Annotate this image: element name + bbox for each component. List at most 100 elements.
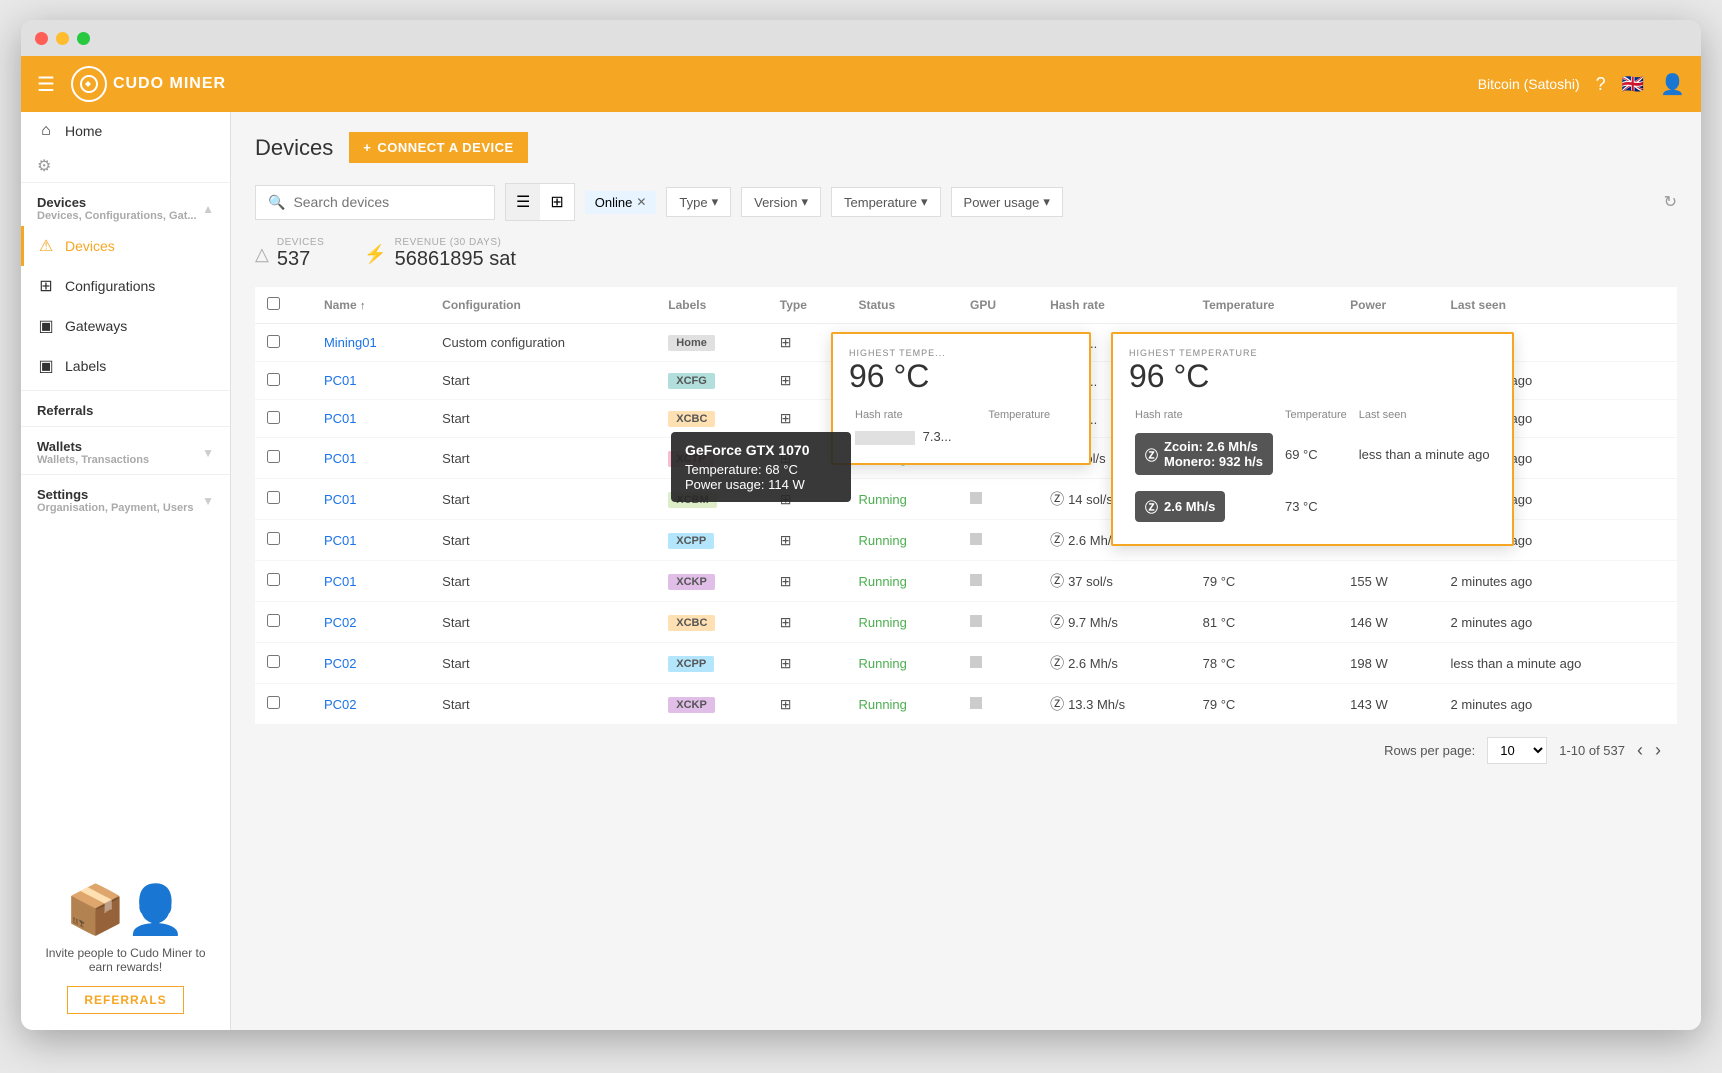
- promo-image: 📦👤: [37, 881, 214, 938]
- sidebar-item-devices[interactable]: ⚠ Devices: [21, 226, 230, 266]
- filter-power-button[interactable]: Power usage ▾: [951, 187, 1063, 217]
- settings-collapse-icon[interactable]: ▼: [202, 494, 214, 508]
- wallets-collapse-icon[interactable]: ▼: [202, 446, 214, 460]
- referrals-button[interactable]: REFERRALS: [67, 986, 183, 1014]
- row-cb-1[interactable]: [267, 373, 280, 386]
- help-icon[interactable]: ?: [1596, 74, 1606, 95]
- th-status: Status: [846, 287, 958, 324]
- filter-version-button[interactable]: Version ▾: [741, 187, 821, 217]
- overlay-right-temp: 96 °C: [1129, 358, 1496, 395]
- th-labels: Labels: [656, 287, 767, 324]
- row-config-8: Start: [430, 643, 656, 684]
- overlay-left-table: Hash rate Temperature 7.3...: [849, 405, 1073, 449]
- connect-device-button[interactable]: + CONNECT A DEVICE: [349, 132, 527, 163]
- row-name-7[interactable]: PC02: [312, 602, 430, 643]
- maximize-button[interactable]: [77, 32, 90, 45]
- filter-temperature-chevron: ▾: [921, 194, 928, 210]
- configurations-icon: ⊞: [37, 276, 55, 296]
- oc-left-hash: 7.3...: [849, 425, 982, 449]
- os-icon-9: ⊞: [780, 696, 792, 712]
- filter-type-label: Type: [679, 195, 707, 210]
- table-row: PC02 Start XCPP ⊞ Running Ⓩ2.6 Mh/s 78 °…: [255, 643, 1677, 684]
- row-name-2[interactable]: PC01: [312, 400, 430, 438]
- pagination-row: Rows per page: 10 25 50 100 1-10 of 537 …: [255, 725, 1677, 776]
- th-checkbox: [255, 287, 312, 324]
- prev-page-button[interactable]: ‹: [1637, 740, 1643, 761]
- row-gpu-8: [958, 643, 1038, 684]
- row-cb-7[interactable]: [267, 614, 280, 627]
- rows-per-page-select[interactable]: 10 25 50 100: [1487, 737, 1547, 764]
- page-header: Devices + CONNECT A DEVICE: [255, 132, 1677, 163]
- oc-right-lastseen1: less than a minute ago: [1353, 425, 1496, 483]
- row-cb-0[interactable]: [267, 335, 280, 348]
- filter-online-remove[interactable]: ✕: [636, 195, 646, 209]
- sidebar-item-home-label: Home: [65, 123, 102, 139]
- row-name-8[interactable]: PC02: [312, 643, 430, 684]
- row-checkbox-0: [255, 324, 312, 362]
- row-labels-0: Home: [656, 324, 767, 362]
- row-cb-2[interactable]: [267, 411, 280, 424]
- row-name-3[interactable]: PC01: [312, 438, 430, 479]
- filter-temperature-button[interactable]: Temperature ▾: [831, 187, 941, 217]
- sidebar-item-configurations[interactable]: ⊞ Configurations: [21, 266, 230, 306]
- nav-right: Bitcoin (Satoshi) ? 🇬🇧 👤: [1478, 72, 1685, 97]
- row-cb-3[interactable]: [267, 450, 280, 463]
- pagination-range: 1-10 of 537: [1559, 743, 1625, 758]
- os-icon-5: ⊞: [780, 532, 792, 548]
- account-icon[interactable]: 👤: [1660, 72, 1685, 97]
- search-input[interactable]: [293, 194, 482, 210]
- row-config-7: Start: [430, 602, 656, 643]
- zcoin2-icon: Ⓩ: [1145, 497, 1158, 516]
- name-sort-icon[interactable]: ↑: [360, 300, 366, 312]
- overlay-right-header: HIGHEST TEMPERATURE: [1129, 348, 1496, 358]
- close-button[interactable]: [35, 32, 48, 45]
- stat-devices-value: 537: [277, 248, 324, 271]
- sidebar-item-gateways[interactable]: ▣ Gateways: [21, 306, 230, 346]
- sidebar-group-devices-sub: Devices, Configurations, Gat...: [37, 210, 197, 222]
- row-cb-4[interactable]: [267, 491, 280, 504]
- row-lastseen-7: 2 minutes ago: [1439, 602, 1677, 643]
- os-icon-7: ⊞: [780, 614, 792, 630]
- row-status-4: Running: [846, 479, 958, 520]
- sidebar-item-home[interactable]: ⌂ Home: [21, 112, 230, 150]
- status-7: Running: [858, 615, 906, 630]
- language-icon[interactable]: 🇬🇧: [1622, 74, 1644, 95]
- content-inner: Devices + CONNECT A DEVICE 🔍: [231, 112, 1701, 796]
- row-cb-6[interactable]: [267, 573, 280, 586]
- row-gpu-9: [958, 684, 1038, 725]
- chip2-text: 2.6 Mh/s: [1164, 499, 1215, 514]
- refresh-button[interactable]: ↻: [1664, 192, 1677, 212]
- select-all-checkbox[interactable]: [267, 297, 280, 310]
- row-cb-9[interactable]: [267, 696, 280, 709]
- row-name-6[interactable]: PC01: [312, 561, 430, 602]
- row-name-4[interactable]: PC01: [312, 479, 430, 520]
- row-name-5[interactable]: PC01: [312, 520, 430, 561]
- row-gpu-6: [958, 561, 1038, 602]
- divider4: [21, 474, 230, 475]
- sidebar-group-wallets-sub: Wallets, Transactions: [37, 454, 149, 466]
- row-lastseen-9: 2 minutes ago: [1439, 684, 1677, 725]
- sidebar-item-gear[interactable]: ⚙: [37, 156, 51, 176]
- sidebar-group-referrals: Referrals: [21, 395, 230, 422]
- filter-online-label: Online: [595, 195, 633, 210]
- row-name-9[interactable]: PC02: [312, 684, 430, 725]
- row-cb-8[interactable]: [267, 655, 280, 668]
- collapse-icon[interactable]: ▲: [202, 202, 214, 216]
- minimize-button[interactable]: [56, 32, 69, 45]
- overlay-card-right: HIGHEST TEMPERATURE 96 °C Hash rate Temp…: [1111, 332, 1514, 546]
- sidebar-group-wallets: Wallets Wallets, Transactions ▼: [21, 431, 230, 470]
- sidebar-item-labels[interactable]: ▣ Labels: [21, 346, 230, 386]
- row-name-0[interactable]: Mining01: [312, 324, 430, 362]
- promo-text: Invite people to Cudo Miner to earn rewa…: [37, 946, 214, 974]
- th-power: Power: [1338, 287, 1438, 324]
- hashrate-icon-8: Ⓩ: [1050, 655, 1064, 671]
- top-nav: ☰ CUDO MINER Bitcoin (Satoshi) ? 🇬🇧 👤: [21, 56, 1701, 112]
- sidebar-group-devices-label: Devices: [37, 195, 197, 210]
- filter-type-button[interactable]: Type ▾: [666, 187, 731, 217]
- row-cb-5[interactable]: [267, 532, 280, 545]
- grid-view-button[interactable]: ⊞: [540, 184, 573, 220]
- next-page-button[interactable]: ›: [1655, 740, 1661, 761]
- row-name-1[interactable]: PC01: [312, 362, 430, 400]
- list-view-button[interactable]: ☰: [506, 184, 540, 220]
- hamburger-menu[interactable]: ☰: [37, 72, 55, 97]
